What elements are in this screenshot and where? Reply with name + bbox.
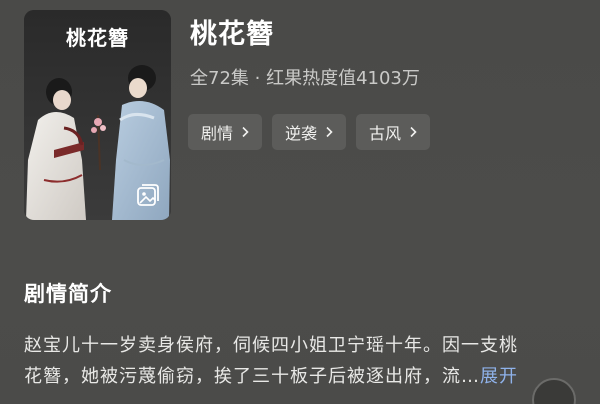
expand-button[interactable]: 展开	[480, 361, 518, 392]
tag-label: 古风	[369, 124, 402, 143]
drama-poster[interactable]: 桃花簪	[24, 10, 171, 220]
drama-title: 桃花簪	[190, 19, 274, 50]
tag-comeback[interactable]: 逆袭	[272, 114, 347, 150]
poster-title-text: 桃花簪	[66, 26, 129, 50]
drama-detail-page: 桃花簪 桃花簪 全72集 · 红果热度值4103万 剧情 逆袭 古风 剧情简介 …	[0, 0, 600, 404]
drama-meta: 全72集 · 红果热度值4103万	[190, 68, 420, 89]
chevron-right-icon	[326, 126, 333, 138]
chevron-right-icon	[410, 126, 417, 138]
gallery-icon[interactable]	[135, 182, 161, 208]
tag-drama[interactable]: 剧情	[188, 114, 263, 150]
synopsis-line-2-row: 花簪，她被污蔑偷窃，挨了三十板子后被逐出府，流… 展开	[24, 361, 580, 392]
tag-label: 逆袭	[285, 124, 318, 143]
synopsis-text: 赵宝儿十一岁卖身侯府，伺候四小姐卫宁瑶十年。因一支桃 花簪，她被污蔑偷窃，挨了三…	[24, 330, 580, 392]
synopsis-line-1: 赵宝儿十一岁卖身侯府，伺候四小姐卫宁瑶十年。因一支桃	[24, 335, 518, 356]
synopsis-heading: 剧情简介	[24, 282, 112, 306]
tag-ancient[interactable]: 古风	[356, 114, 431, 150]
tag-list: 剧情 逆袭 古风	[188, 114, 431, 150]
tag-label: 剧情	[201, 124, 234, 143]
synopsis-line-2: 花簪，她被污蔑偷窃，挨了三十板子后被逐出府，流…	[24, 366, 480, 387]
chevron-right-icon	[242, 126, 249, 138]
